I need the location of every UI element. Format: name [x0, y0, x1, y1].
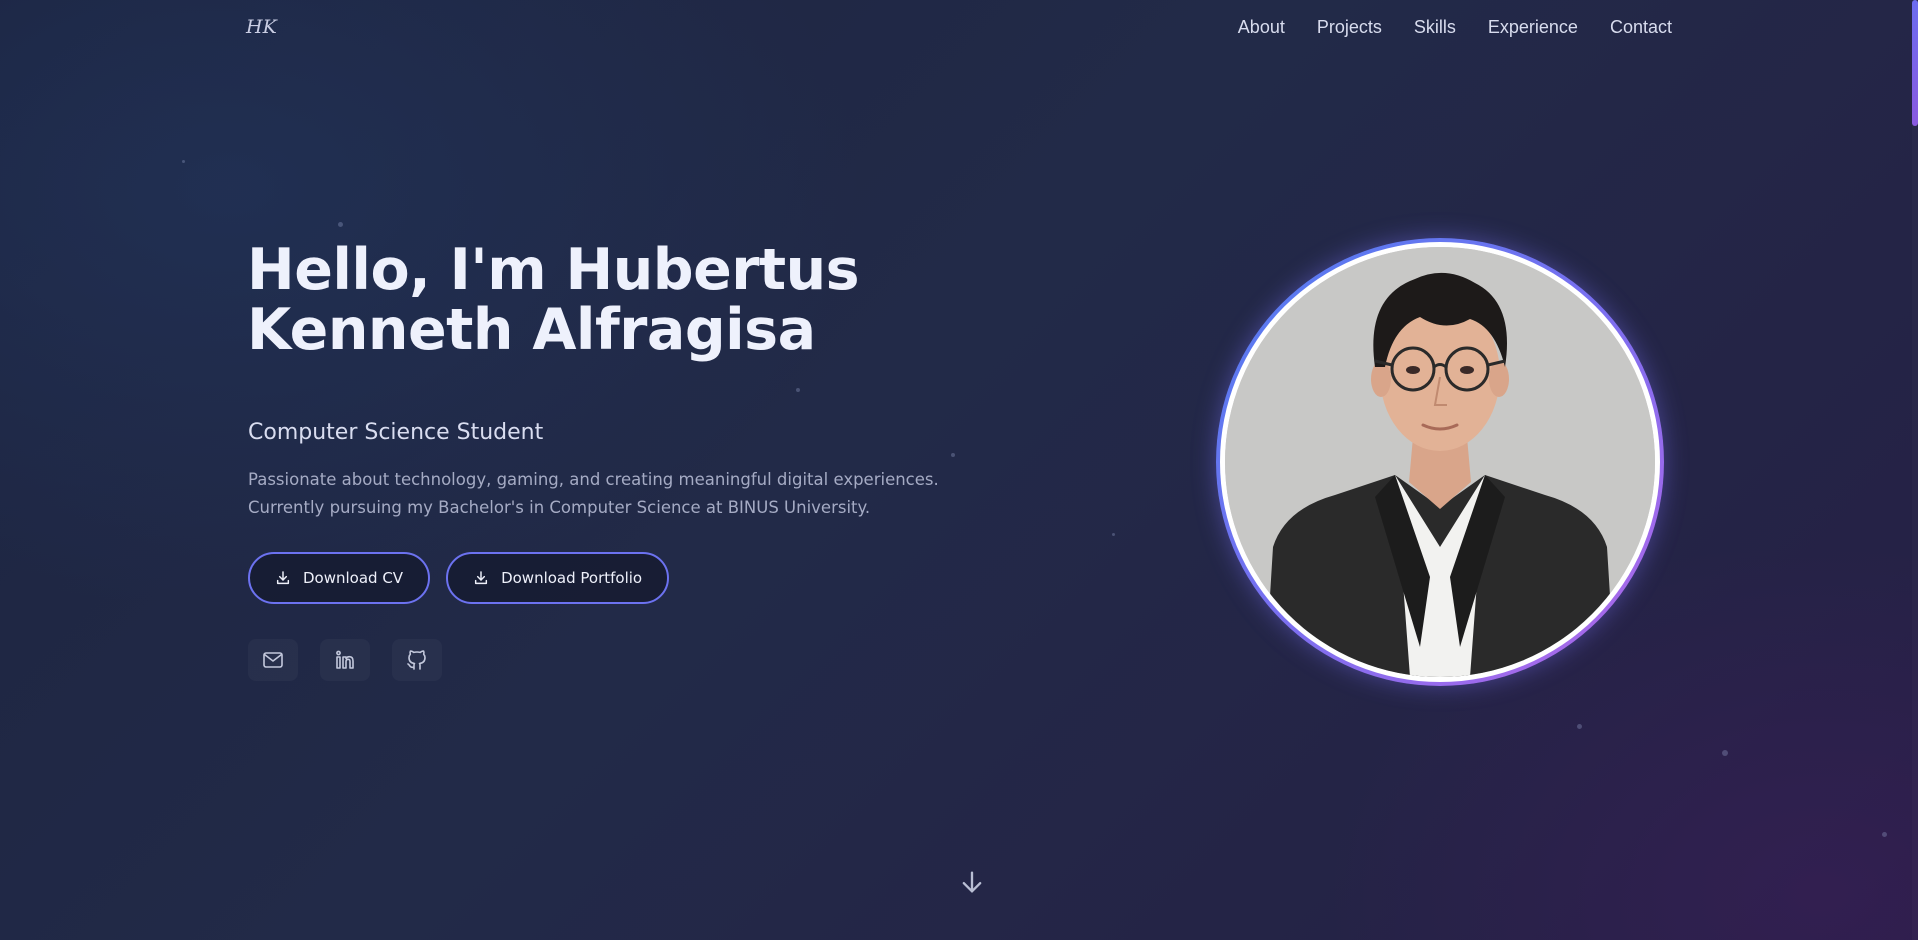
hero-description-line-2: Currently pursuing my Bachelor's in Comp… [248, 498, 871, 517]
hero-description-line-1: Passionate about technology, gaming, and… [248, 470, 939, 489]
github-link[interactable] [392, 639, 442, 681]
hero-title-line-2: Kenneth Alfragisa [247, 297, 816, 363]
hero-title: Hello, I'm Hubertus Kenneth Alfragisa [247, 240, 947, 360]
nav-link-contact[interactable]: Contact [1610, 17, 1672, 38]
site-logo[interactable]: HK [246, 16, 277, 38]
background-particle [1722, 750, 1728, 756]
nav-link-about[interactable]: About [1238, 17, 1285, 38]
profile-photo [1225, 247, 1655, 677]
download-cv-button[interactable]: Download CV [248, 552, 431, 604]
profile-photo-border [1220, 242, 1660, 682]
background-particle [1577, 724, 1582, 729]
scrollbar-thumb[interactable] [1912, 0, 1918, 126]
profile-portrait-illustration [1225, 247, 1655, 677]
download-portfolio-label: Download Portfolio [501, 569, 643, 587]
email-link[interactable] [248, 639, 298, 681]
download-icon [276, 571, 290, 585]
download-portfolio-button[interactable]: Download Portfolio [446, 552, 670, 604]
download-cv-label: Download CV [303, 569, 404, 587]
nav-link-experience[interactable]: Experience [1488, 17, 1578, 38]
profile-photo-frame [1216, 238, 1664, 686]
background-particle [338, 222, 343, 227]
hero-buttons: Download CV Download Portfolio [248, 552, 670, 604]
main-nav: About Projects Skills Experience Contact [1238, 17, 1672, 38]
page-scrollbar[interactable] [1912, 0, 1918, 940]
nav-link-skills[interactable]: Skills [1414, 17, 1456, 38]
background-particle [182, 160, 185, 163]
linkedin-link[interactable] [320, 639, 370, 681]
hero-description: Passionate about technology, gaming, and… [248, 466, 968, 522]
download-icon [475, 571, 488, 585]
social-links [248, 639, 442, 681]
background-particle [796, 388, 800, 392]
arrow-down-icon[interactable] [958, 868, 986, 896]
github-icon [407, 650, 426, 670]
nav-link-projects[interactable]: Projects [1317, 17, 1382, 38]
background-particle [1112, 533, 1115, 536]
background-particle [951, 453, 955, 457]
background-particle [1882, 832, 1887, 837]
hero-subtitle: Computer Science Student [248, 420, 544, 445]
mail-icon [263, 652, 283, 668]
hero-title-line-1: Hello, I'm Hubertus [247, 237, 860, 303]
linkedin-icon [336, 650, 354, 669]
